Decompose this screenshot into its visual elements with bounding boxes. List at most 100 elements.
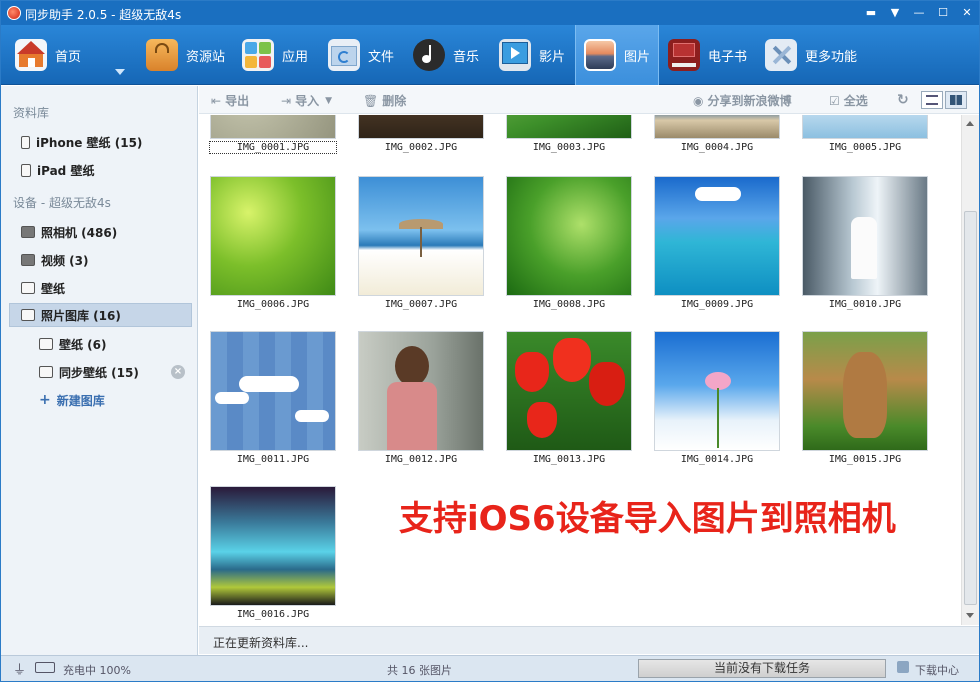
- sidebar-item-iphone-wallpaper[interactable]: iPhone 壁纸 (15): [21, 130, 191, 154]
- photo-thumbnail: [802, 331, 928, 451]
- ipad-icon: [21, 163, 31, 177]
- grid-view-button[interactable]: [945, 91, 967, 109]
- photo-tile[interactable]: IMG_0013.JPG: [506, 331, 632, 465]
- grid-view-icon: [950, 95, 962, 105]
- toolbar-videos[interactable]: 影片: [499, 25, 565, 85]
- photo-thumbnail: [506, 176, 632, 296]
- select-all-button[interactable]: ☑ 全选: [829, 92, 868, 109]
- footer-bar: ⏚ 充电中 100% 共 16 张图片 当前没有下载任务 下载中心: [1, 655, 979, 681]
- sidebar-item-label: 壁纸: [41, 281, 66, 296]
- toolbar-music[interactable]: 音乐: [413, 25, 479, 85]
- vertical-scrollbar[interactable]: [961, 115, 979, 625]
- photo-tile[interactable]: IMG_0011.JPG: [210, 331, 336, 465]
- toolbar-files[interactable]: 文件: [328, 25, 394, 85]
- sidebar-item-wallpaper[interactable]: 壁纸: [21, 276, 191, 300]
- action-bar: ⇤ 导出 ⇥ 导入 ▼ 🗑 删除 ◉ 分享到新浪微博 ☑ 全选 ↻: [199, 86, 979, 114]
- photo-thumbnail: [802, 115, 928, 139]
- photo-tile[interactable]: IMG_0003.JPG: [506, 115, 632, 153]
- home-dropdown-icon[interactable]: [115, 69, 125, 75]
- download-center-link[interactable]: 下载中心: [915, 662, 959, 678]
- feedback-icon[interactable]: ▬: [863, 5, 879, 21]
- download-task-status: 当前没有下载任务: [638, 659, 886, 678]
- photo-tile[interactable]: IMG_0012.JPG: [358, 331, 484, 465]
- battery-status: 充电中 100%: [63, 664, 131, 677]
- photo-tile[interactable]: IMG_0014.JPG: [654, 331, 780, 465]
- cloud-shape: [695, 187, 741, 201]
- toolbar-ebooks[interactable]: 电子书: [668, 25, 747, 85]
- weibo-icon: ◉: [693, 93, 704, 108]
- photo-filename: IMG_0008.JPG: [532, 299, 606, 310]
- photo-tile[interactable]: IMG_0002.JPG: [358, 115, 484, 153]
- photo-tile[interactable]: IMG_0007.JPG: [358, 176, 484, 310]
- sidebar-item-label: iPad 壁纸: [37, 163, 95, 178]
- sidebar-item-camera[interactable]: 照相机 (486): [21, 220, 191, 244]
- refresh-icon[interactable]: ↻: [897, 92, 909, 108]
- photo-filename: IMG_0001.JPG: [209, 141, 337, 154]
- scroll-down-icon[interactable]: [966, 613, 974, 618]
- remove-album-icon[interactable]: ×: [171, 365, 185, 379]
- sidebar-item-video[interactable]: 视频 (3): [21, 248, 191, 272]
- figure-shape: [395, 346, 429, 386]
- minimize-button[interactable]: —: [911, 5, 927, 21]
- close-button[interactable]: ✕: [959, 5, 975, 21]
- list-view-button[interactable]: [921, 91, 943, 109]
- toolbar-home-label: 首页: [55, 49, 82, 65]
- photo-tile[interactable]: IMG_0009.JPG: [654, 176, 780, 310]
- maximize-button[interactable]: ☐: [935, 5, 951, 21]
- sidebar-item-label: iPhone 壁纸 (15): [36, 135, 143, 150]
- toolbar-apps[interactable]: 应用: [242, 25, 308, 85]
- sidebar-item-label: 照片图库 (16): [41, 308, 121, 323]
- photo-thumbnail: [210, 115, 336, 139]
- scroll-up-icon[interactable]: [966, 121, 974, 126]
- menu-dropdown-icon[interactable]: ▼: [887, 5, 903, 21]
- sidebar-item-ipad-wallpaper[interactable]: iPad 壁纸: [21, 158, 191, 182]
- sidebar-item-album-wallpaper[interactable]: 壁纸 (6): [39, 332, 191, 356]
- music-icon: [413, 39, 445, 71]
- toolbar-resources[interactable]: 资源站: [146, 25, 225, 85]
- share-label: 分享到新浪微博: [707, 94, 792, 108]
- photo-thumbnail: [654, 176, 780, 296]
- delete-button[interactable]: 🗑 删除: [363, 92, 406, 109]
- album-icon: [21, 309, 35, 321]
- figure-shape: [387, 382, 437, 450]
- figure-shape: [851, 217, 877, 279]
- photo-filename: IMG_0002.JPG: [384, 142, 458, 153]
- tools-icon: [765, 39, 797, 71]
- import-button[interactable]: ⇥ 导入 ▼: [281, 92, 332, 109]
- cloud-shape: [295, 410, 329, 422]
- photo-tile[interactable]: IMG_0001.JPG: [209, 115, 337, 154]
- toolbar-home[interactable]: 首页: [15, 25, 81, 85]
- scroll-thumb[interactable]: [964, 211, 977, 605]
- photo-tile[interactable]: IMG_0010.JPG: [802, 176, 928, 310]
- photo-thumbnail: [654, 115, 780, 139]
- sidebar-item-photo-library[interactable]: 照片图库 (16): [9, 303, 192, 327]
- toolbar-more[interactable]: 更多功能: [765, 25, 857, 85]
- photo-tile[interactable]: IMG_0005.JPG: [802, 115, 928, 153]
- photo-tile[interactable]: IMG_0008.JPG: [506, 176, 632, 310]
- photo-filename: IMG_0011.JPG: [236, 454, 310, 465]
- sidebar-item-sync-wallpaper[interactable]: 同步壁纸 (15) ×: [39, 360, 191, 384]
- toolbar-pictures[interactable]: 图片: [575, 25, 660, 85]
- export-label: 导出: [225, 94, 250, 108]
- photo-thumbnail: [802, 176, 928, 296]
- photo-tile[interactable]: IMG_0006.JPG: [210, 176, 336, 310]
- new-album-button[interactable]: + 新建图库: [39, 388, 191, 412]
- photo-filename: IMG_0010.JPG: [828, 299, 902, 310]
- trash-icon: 🗑: [363, 93, 379, 108]
- export-icon: ⇤: [211, 93, 222, 108]
- photo-filename: IMG_0014.JPG: [680, 454, 754, 465]
- flower-shape: [527, 402, 557, 438]
- export-button[interactable]: ⇤ 导出: [211, 92, 249, 109]
- squirrel-shape: [843, 352, 887, 438]
- photo-tile[interactable]: IMG_0016.JPG: [210, 486, 336, 620]
- photo-filename: IMG_0015.JPG: [828, 454, 902, 465]
- cloud-shape: [239, 376, 299, 392]
- photo-tile[interactable]: IMG_0004.JPG: [654, 115, 780, 153]
- album-icon: [39, 338, 53, 350]
- photo-tile[interactable]: IMG_0015.JPG: [802, 331, 928, 465]
- plus-icon: +: [39, 392, 51, 408]
- share-weibo-button[interactable]: ◉ 分享到新浪微博: [693, 92, 792, 109]
- sidebar-item-label: 壁纸 (6): [59, 337, 107, 352]
- battery-icon: [35, 662, 55, 673]
- sidebar: 资料库 iPhone 壁纸 (15) iPad 壁纸 设备 - 超级无敌4s 照…: [1, 86, 198, 656]
